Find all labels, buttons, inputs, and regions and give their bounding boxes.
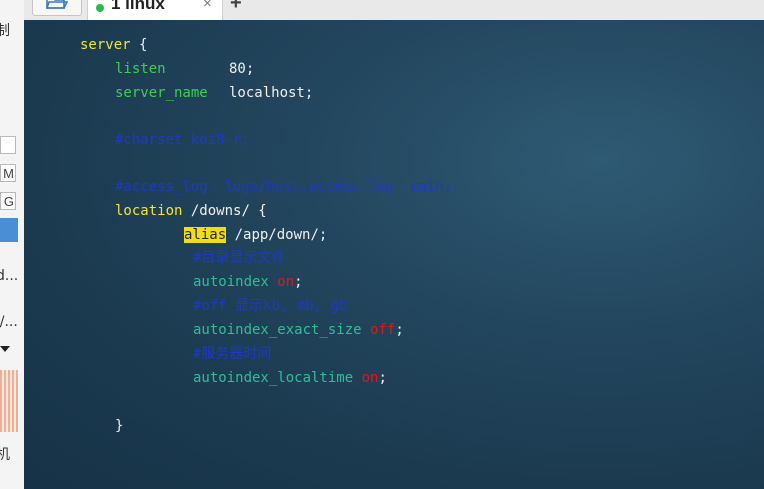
sidebar-fragment-1: 制 <box>0 20 10 40</box>
terminal-output[interactable]: server { listen 80; server_name localhos… <box>24 20 764 489</box>
sidebar-fragment-ji: 机 <box>0 444 10 464</box>
code-comment-server-time: #服务器时间 <box>193 346 272 362</box>
sidebar-fragment-d[interactable]: d... <box>0 268 18 284</box>
chevron-down-icon[interactable] <box>0 346 10 352</box>
tab-label: 1 linux <box>111 0 165 13</box>
code-line-close-brace: } <box>115 418 124 434</box>
sidebar-selected-item[interactable] <box>0 218 18 242</box>
code-line-localtime: autoindex_localtime on; <box>193 370 387 386</box>
code-line-server: server { <box>80 37 148 53</box>
folder-icon <box>46 0 68 9</box>
code-comment-dir-listing: #目录显示文件 <box>193 250 286 266</box>
sidebar-input-1[interactable] <box>0 136 16 154</box>
close-icon[interactable]: × <box>203 0 212 12</box>
code-comment-size-units: #off 显示kb, mb, gb <box>193 298 348 314</box>
code-line-listen: listen <box>115 61 166 77</box>
add-tab-button[interactable]: + <box>230 0 242 15</box>
open-folder-button[interactable] <box>32 0 82 16</box>
tab-linux[interactable]: 1 linux × <box>87 0 223 20</box>
code-line-server-name: server_name <box>115 85 208 101</box>
code-comment-access-log: #access_log logs/host.access.log main; <box>115 179 453 195</box>
code-line-location: location /downs/ { <box>115 203 267 219</box>
sidebar-thumbnail <box>0 370 18 432</box>
highlighted-alias: alias <box>184 227 227 243</box>
left-sidebar: 制 M G d... r/... 机 <box>0 0 25 489</box>
sidebar-input-m[interactable]: M <box>0 164 16 182</box>
connected-status-icon <box>96 4 104 12</box>
tab-bar: 1 linux × + <box>24 0 764 21</box>
code-line-exact-size: autoindex_exact_size off; <box>193 322 404 338</box>
code-value-server-name: localhost; <box>229 85 314 101</box>
code-line-autoindex: autoindex on; <box>193 274 303 290</box>
code-line-alias: alias /app/down/; <box>184 227 328 243</box>
code-comment-charset: #charset koi8-r; <box>115 132 250 148</box>
sidebar-input-g[interactable]: G <box>0 192 16 210</box>
sidebar-fragment-r[interactable]: r/... <box>0 314 18 330</box>
code-value-listen: 80; <box>229 61 255 77</box>
